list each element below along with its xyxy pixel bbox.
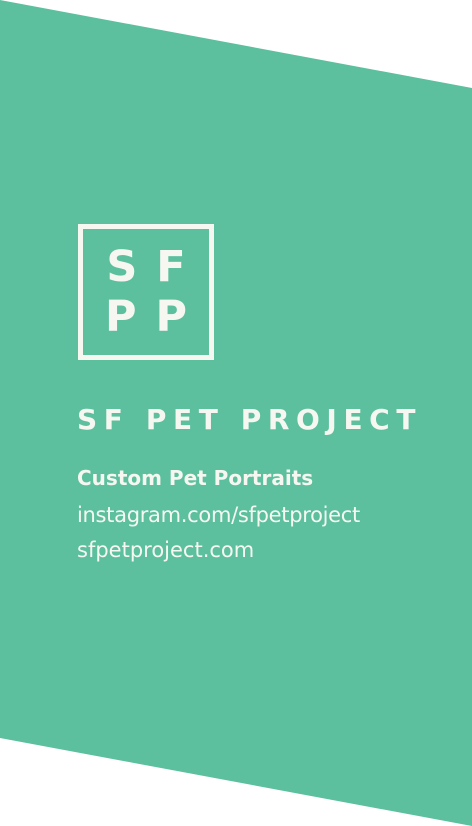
tagline: Custom Pet Portraits (77, 466, 314, 490)
sfpp-logo: SF PP (78, 224, 214, 360)
instagram-link[interactable]: instagram.com/sfpetproject (77, 500, 360, 530)
logo-text-line-2: PP (104, 292, 207, 342)
business-card-page: SF PP SF PET PROJECT Custom Pet Portrait… (0, 0, 472, 826)
logo-text-line-1: SF (106, 242, 205, 292)
brand-name: SF PET PROJECT (77, 403, 423, 436)
website-link[interactable]: sfpetproject.com (77, 535, 254, 565)
